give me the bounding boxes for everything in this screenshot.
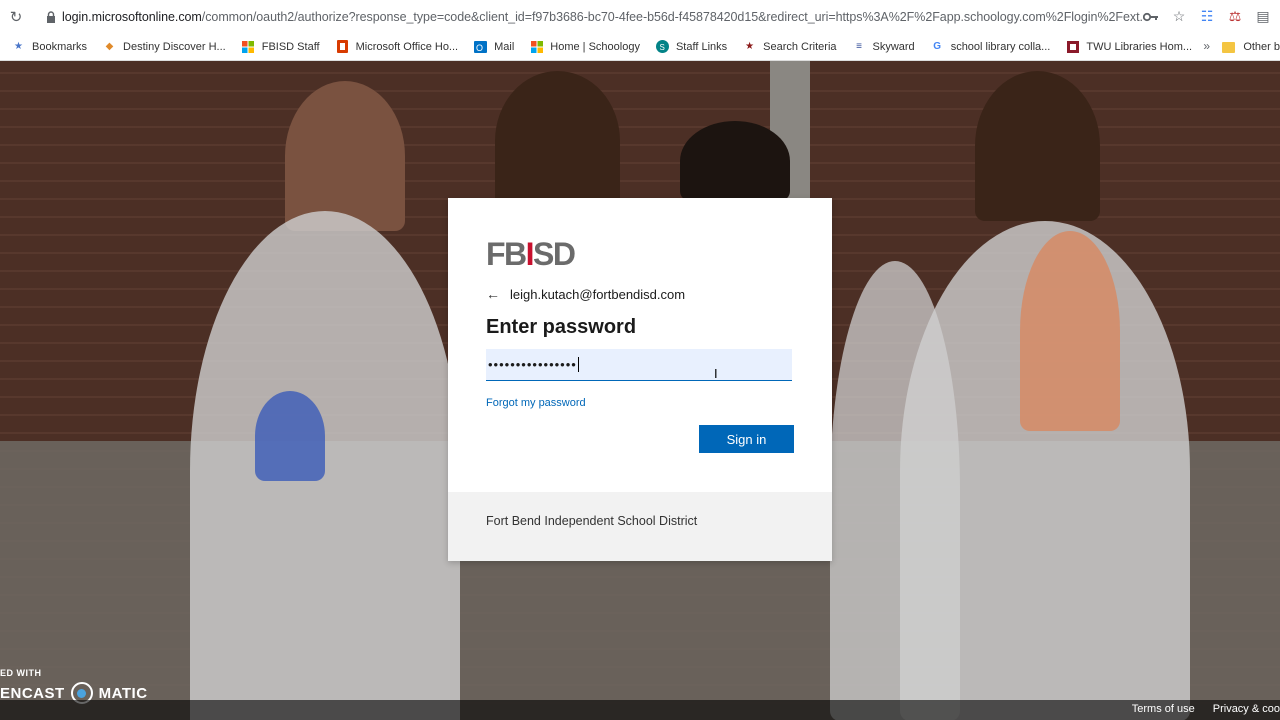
google-icon: G	[933, 41, 942, 52]
bookmark-fbisd-staff[interactable]: FBISD Staff	[242, 40, 320, 53]
organization-name: Fort Bend Independent School District	[486, 514, 698, 528]
bookmark-skyward[interactable]: ≡ Skyward	[853, 40, 915, 53]
bookmark-staff-links[interactable]: S Staff Links	[655, 40, 727, 53]
fbisd-logo: FBISD	[486, 236, 576, 272]
destiny-icon: ◆	[105, 41, 114, 52]
identity-banner[interactable]: ← leigh.kutach@fortbendisd.com	[486, 286, 794, 302]
bookmark-other[interactable]: Other b	[1222, 33, 1280, 60]
star-icon[interactable]: ☆	[1170, 8, 1188, 26]
chevron-more-icon[interactable]: »	[1203, 39, 1210, 53]
page-title: Enter password	[486, 316, 637, 338]
screencast-watermark: ED WITH ENCAST MATIC	[0, 668, 148, 704]
bookmark-office[interactable]: Microsoft Office Ho...	[336, 40, 458, 53]
kid-body	[190, 211, 460, 720]
terms-link[interactable]: Terms of use	[1132, 703, 1195, 715]
extension-translate-icon[interactable]: ☷	[1198, 8, 1216, 26]
office-icon	[336, 40, 349, 53]
bookmark-library-collab[interactable]: Gschool library colla...	[931, 40, 1050, 53]
back-arrow-icon[interactable]: ←	[486, 286, 502, 302]
windows-icon	[530, 40, 543, 53]
star-icon: ★	[745, 41, 755, 52]
kid-shirt	[1020, 231, 1120, 431]
kid-head	[495, 71, 620, 211]
privacy-link[interactable]: Privacy & coo	[1213, 703, 1280, 715]
outlook-icon: O	[474, 40, 488, 53]
key-icon[interactable]	[1142, 8, 1160, 26]
password-field[interactable]: ••••••••••••••••	[486, 349, 792, 381]
bookmarks-bar: ★ Bookmarks ◆ Destiny Discover H... FBISD …	[0, 33, 1280, 61]
svg-text:S: S	[659, 43, 664, 52]
sign-in-button[interactable]: Sign in	[699, 425, 794, 453]
bookmark-search-criteria[interactable]: ★ Search Criteria	[743, 40, 836, 53]
bookmark-bookmarks[interactable]: ★ Bookmarks	[12, 40, 87, 53]
address-bar[interactable]: ↻ login.microsoftonline.com/common/oauth…	[0, 0, 1280, 33]
login-card: FBISD ← leigh.kutach@fortbendisd.com Ent…	[448, 198, 832, 561]
sharepoint-icon: S	[655, 40, 669, 53]
bookmark-schoology[interactable]: Home | Schoology	[530, 40, 640, 53]
extension-sidebar-icon[interactable]: ▤	[1254, 8, 1272, 26]
kid-head	[975, 71, 1100, 221]
lock-icon[interactable]	[44, 10, 58, 24]
kid-head	[285, 81, 405, 231]
svg-text:O: O	[476, 43, 483, 53]
bookmark-mail[interactable]: O Mail	[474, 40, 514, 53]
glove	[255, 391, 325, 481]
card-footer: Fort Bend Independent School District	[448, 492, 832, 561]
twu-icon	[1066, 40, 1079, 53]
identity-email: leigh.kutach@fortbendisd.com	[510, 286, 686, 302]
extension-pdf-icon[interactable]: ⚖	[1226, 8, 1244, 26]
folder-icon	[1222, 41, 1236, 53]
star-icon: ★	[14, 41, 23, 52]
url-text[interactable]: login.microsoftonline.com/common/oauth2/…	[62, 10, 1142, 24]
password-value: ••••••••••••••••	[488, 357, 577, 372]
skyward-icon: ≡	[856, 41, 862, 52]
bookmark-twu[interactable]: TWU Libraries Hom...	[1066, 40, 1192, 53]
page-footer: Terms of use Privacy & coo	[0, 700, 1280, 720]
text-caret	[577, 357, 579, 372]
bookmark-destiny[interactable]: ◆ Destiny Discover H...	[103, 40, 226, 53]
text-cursor-icon: I	[714, 366, 718, 381]
windows-icon	[242, 40, 255, 53]
forgot-password-link[interactable]: Forgot my password	[486, 397, 586, 409]
kid-hair	[680, 121, 790, 201]
reload-icon[interactable]: ↻	[6, 7, 26, 27]
